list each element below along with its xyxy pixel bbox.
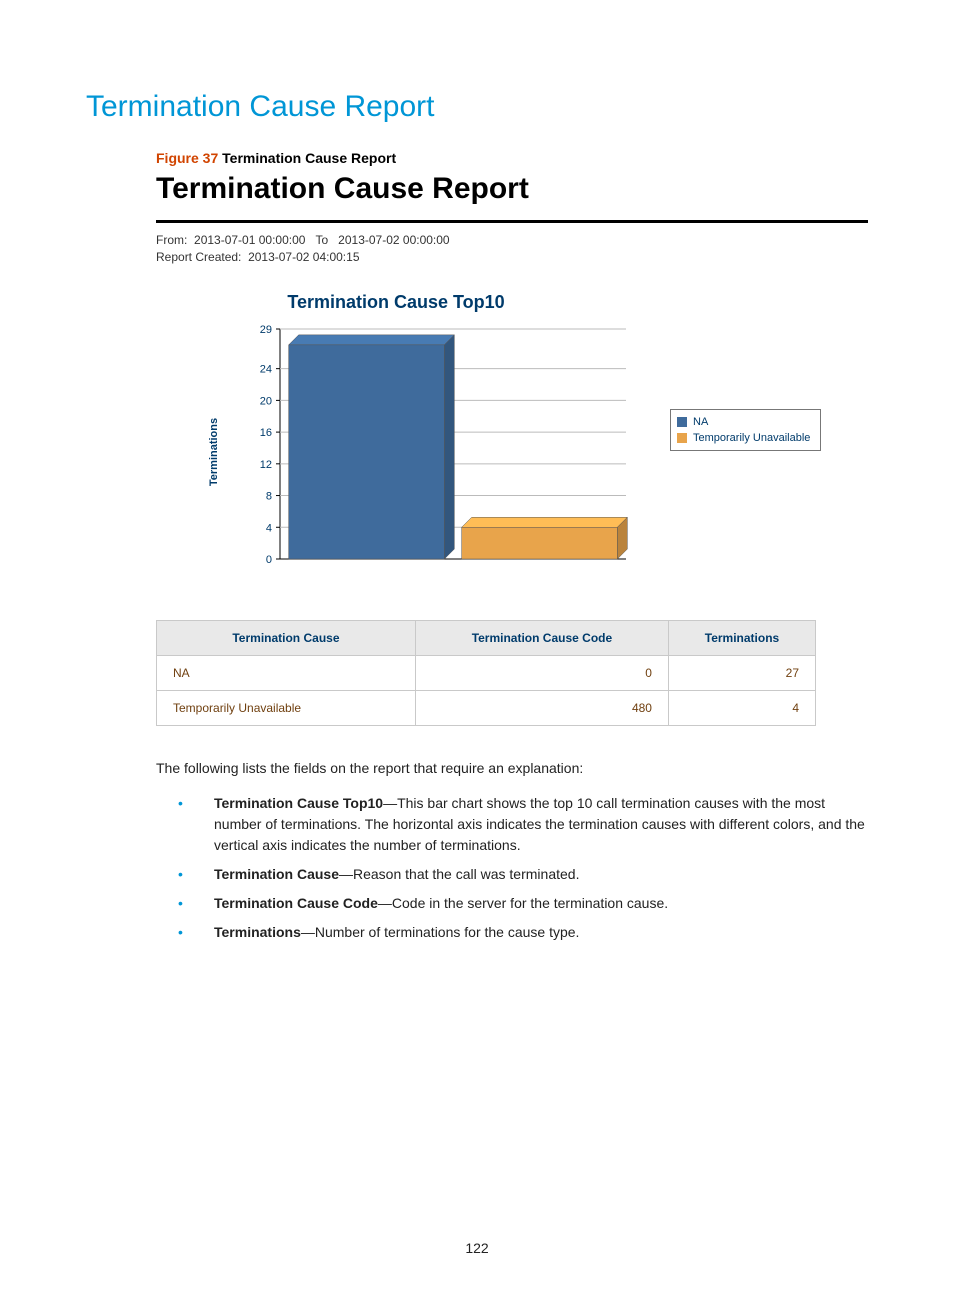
list-item: Termination Cause—Reason that the call w… <box>156 864 868 885</box>
figure-label: Figure 37 <box>156 150 218 166</box>
explanation-block: The following lists the fields on the re… <box>156 758 868 943</box>
report-title: Termination Cause Report <box>156 172 868 206</box>
to-value: 2013-07-02 00:00:00 <box>338 233 449 247</box>
svg-text:12: 12 <box>260 459 272 471</box>
svg-text:16: 16 <box>260 427 272 439</box>
table-header-row: Termination CauseTermination Cause CodeT… <box>157 621 816 656</box>
table-header: Terminations <box>668 621 815 656</box>
report-created: Report Created: 2013-07-02 04:00:15 <box>156 250 868 264</box>
intro-text: The following lists the fields on the re… <box>156 758 868 779</box>
table-cell: 480 <box>415 691 668 726</box>
field-term: Termination Cause <box>214 866 339 882</box>
from-value: 2013-07-01 00:00:00 <box>194 233 305 247</box>
created-value: 2013-07-02 04:00:15 <box>248 250 359 264</box>
table-row: NA027 <box>157 656 816 691</box>
table-header: Termination Cause <box>157 621 416 656</box>
field-desc: —Reason that the call was terminated. <box>339 866 579 882</box>
field-descriptions: Termination Cause Top10—This bar chart s… <box>156 793 868 943</box>
legend-item: Temporarily Unavailable <box>677 432 810 444</box>
report-divider <box>156 220 868 223</box>
content-block: Figure 37 Termination Cause Report Termi… <box>156 150 868 726</box>
field-term: Terminations <box>214 924 301 940</box>
table-cell: 27 <box>668 656 815 691</box>
table-cell: 4 <box>668 691 815 726</box>
figure-title: Termination Cause Report <box>222 150 396 166</box>
table-cell: 0 <box>415 656 668 691</box>
chart-legend: NA Temporarily Unavailable <box>670 409 821 451</box>
chart-section: Termination Cause Top10 Terminations 0 4 8… <box>156 292 868 584</box>
svg-text:24: 24 <box>260 364 272 376</box>
legend-swatch <box>677 417 687 427</box>
table-cell: NA <box>157 656 416 691</box>
field-term: Termination Cause Code <box>214 895 378 911</box>
list-item: Termination Cause Code—Code in the serve… <box>156 893 868 914</box>
to-label: To <box>315 233 328 247</box>
legend-item: NA <box>677 416 810 428</box>
svg-text:20: 20 <box>260 395 272 407</box>
svg-text:8: 8 <box>266 491 272 503</box>
created-label: Report Created: <box>156 250 241 264</box>
list-item: Terminations—Number of terminations for … <box>156 922 868 943</box>
legend-label: Temporarily Unavailable <box>693 432 810 444</box>
page-title: Termination Cause Report <box>86 90 868 124</box>
svg-text:4: 4 <box>266 522 272 534</box>
legend-swatch <box>677 433 687 443</box>
svg-text:0: 0 <box>266 554 272 566</box>
field-term: Termination Cause Top10 <box>214 795 383 811</box>
field-desc: —Number of terminations for the cause ty… <box>301 924 580 940</box>
list-item: Termination Cause Top10—This bar chart s… <box>156 793 868 856</box>
termination-cause-table: Termination CauseTermination Cause CodeT… <box>156 620 816 726</box>
bar-chart-svg: 0 4 8 12 16 20 24 29 <box>246 319 646 579</box>
from-label: From: <box>156 233 187 247</box>
chart-plot-area: Terminations 0481216202429 <box>246 319 646 584</box>
chart-title: Termination Cause Top10 <box>196 292 596 313</box>
page-number: 122 <box>0 1240 954 1256</box>
chart-row: Terminations 0481216202429 NATemporarily… <box>246 319 868 584</box>
field-desc: —Code in the server for the termination … <box>378 895 668 911</box>
y-axis-label: Terminations <box>208 417 220 485</box>
page-root: Termination Cause Report Figure 37 Termi… <box>0 0 954 1296</box>
date-range: From: 2013-07-01 00:00:00 To 2013-07-02 … <box>156 233 868 247</box>
table-cell: Temporarily Unavailable <box>157 691 416 726</box>
table-header: Termination Cause Code <box>415 621 668 656</box>
svg-text:29: 29 <box>260 324 272 336</box>
legend-label: NA <box>693 416 708 428</box>
table-row: Temporarily Unavailable4804 <box>157 691 816 726</box>
figure-caption: Figure 37 Termination Cause Report <box>156 150 868 166</box>
